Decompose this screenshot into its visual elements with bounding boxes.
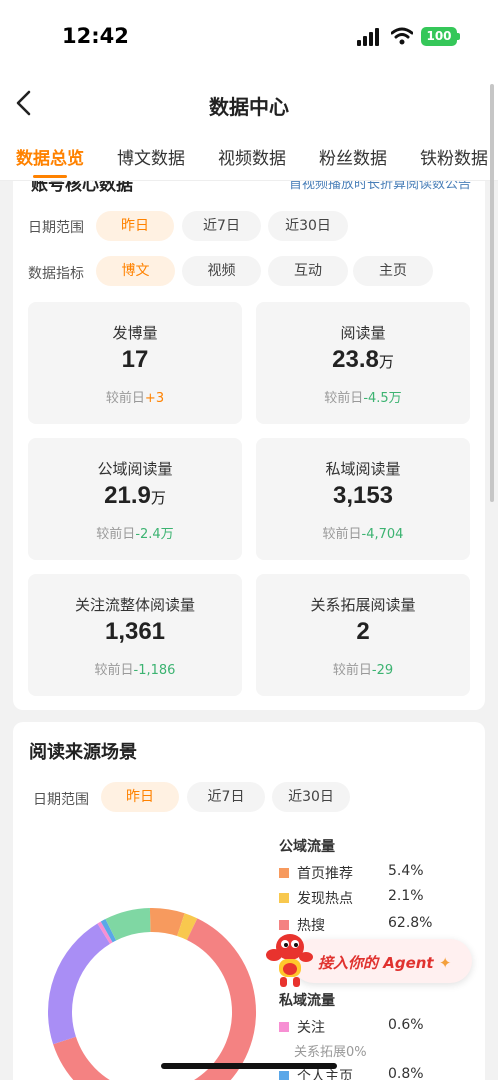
date-option-30d[interactable]: 近30日 [268, 211, 348, 241]
battery-icon: 100 [421, 27, 457, 46]
legend-swatch [279, 868, 289, 878]
status-time: 12:42 [62, 24, 129, 48]
metric-title: 公域阅读量 [97, 460, 173, 478]
metric-card-reads[interactable]: 阅读量 23.8万 较前日-4.5万 [256, 302, 470, 424]
metric-compare: 较前日-4,704 [322, 527, 404, 542]
metric-card-follow-feed-reads[interactable]: 关注流整体阅读量 1,361 较前日-1,186 [28, 574, 242, 696]
metric-title: 私域阅读量 [325, 460, 401, 478]
public-traffic-heading: 公域流量 [279, 839, 335, 855]
metric-value: 3,153 [332, 482, 394, 509]
tab-fans-data[interactable]: 粉丝数据 [319, 144, 387, 169]
wifi-icon [391, 27, 413, 45]
metric-compare: 较前日-1,186 [94, 663, 176, 678]
date-option-7d[interactable]: 近7日 [182, 211, 261, 241]
donut-segment-6 [105, 908, 151, 941]
donut-segment-4 [97, 921, 113, 944]
metric-option-interaction[interactable]: 互动 [268, 256, 348, 286]
donut-segment-0 [149, 908, 185, 937]
metric-card-public-reads[interactable]: 公域阅读量 21.9万 较前日-2.4万 [28, 438, 242, 560]
battery-tip [457, 33, 460, 40]
tab-post-data[interactable]: 博文数据 [117, 144, 185, 169]
metric-value: 17 [121, 346, 149, 373]
tab-overview[interactable]: 数据总览 [16, 144, 84, 169]
active-tab-indicator [33, 175, 67, 178]
nav-bar: 数据中心 [0, 75, 498, 133]
metric-title: 发博量 [112, 324, 158, 342]
scrollbar[interactable] [490, 84, 494, 502]
home-indicator [161, 1063, 337, 1069]
metric-type-label: 数据指标 [28, 266, 84, 282]
tab-video-data[interactable]: 视频数据 [218, 144, 286, 169]
source-title: 阅读来源场景 [29, 742, 137, 763]
donut-segment-1 [176, 913, 198, 941]
overview-card: 账号核心数据 首视频播放时长折算阅读数公告 日期范围 昨日 近7日 近30日 数… [13, 181, 485, 710]
mascot-icon [266, 934, 313, 987]
agent-floating-button[interactable]: 接入你的 Agent ✦ [262, 929, 474, 995]
metric-compare: 较前日-29 [332, 663, 394, 678]
status-bar: 12:42 100 [0, 0, 498, 75]
metric-option-post[interactable]: 博文 [96, 256, 175, 286]
metric-value: 2 [356, 618, 370, 645]
source-date-option-7d[interactable]: 近7日 [187, 782, 265, 812]
metric-card-relation-reads[interactable]: 关系拓展阅读量 2 较前日-29 [256, 574, 470, 696]
source-date-option-30d[interactable]: 近30日 [272, 782, 350, 812]
legend-swatch [279, 1022, 289, 1032]
metric-value: 23.8万 [332, 346, 394, 373]
donut-segment-3 [48, 923, 111, 1045]
source-date-option-yesterday[interactable]: 昨日 [101, 782, 179, 812]
metric-value: 21.9万 [104, 482, 166, 509]
source-card: 阅读来源场景 日期范围 昨日 近7日 近30日 公域流量 首页推荐 5.4% 发… [13, 722, 485, 1080]
metric-title: 阅读量 [340, 324, 386, 342]
legend-swatch [279, 893, 289, 903]
metric-option-video[interactable]: 视频 [182, 256, 261, 286]
metric-value: 1,361 [104, 618, 166, 645]
agent-label: 接入你的 Agent ✦ [318, 954, 452, 972]
tab-iron-fans-data[interactable]: 铁粉数据 [420, 144, 488, 169]
metric-compare: 较前日+3 [105, 391, 165, 406]
source-date-range-label: 日期范围 [33, 792, 89, 808]
relation-expand-note: 关系拓展0% [294, 1045, 367, 1060]
metric-title: 关注流整体阅读量 [74, 596, 195, 614]
donut-segment-5 [100, 919, 117, 943]
metric-card-private-reads[interactable]: 私域阅读量 3,153 较前日-4,704 [256, 438, 470, 560]
overview-header: 账号核心数据 [31, 181, 133, 195]
date-option-yesterday[interactable]: 昨日 [96, 211, 174, 241]
metric-compare: 较前日-2.4万 [96, 527, 174, 542]
source-donut-chart [48, 908, 256, 1080]
metric-compare: 较前日-4.5万 [324, 391, 402, 406]
date-range-label: 日期范围 [28, 220, 84, 236]
metric-option-homepage[interactable]: 主页 [353, 256, 433, 286]
overview-notice-link[interactable]: 首视频播放时长折算阅读数公告 [289, 181, 471, 192]
page-title: 数据中心 [209, 95, 289, 119]
tab-bar: 数据总览 博文数据 视频数据 粉丝数据 铁粉数据 [0, 133, 498, 181]
metric-card-posts[interactable]: 发博量 17 较前日+3 [28, 302, 242, 424]
metric-title: 关系拓展阅读量 [310, 596, 416, 614]
legend-swatch [279, 1071, 289, 1080]
cellular-signal-icon [357, 28, 381, 46]
